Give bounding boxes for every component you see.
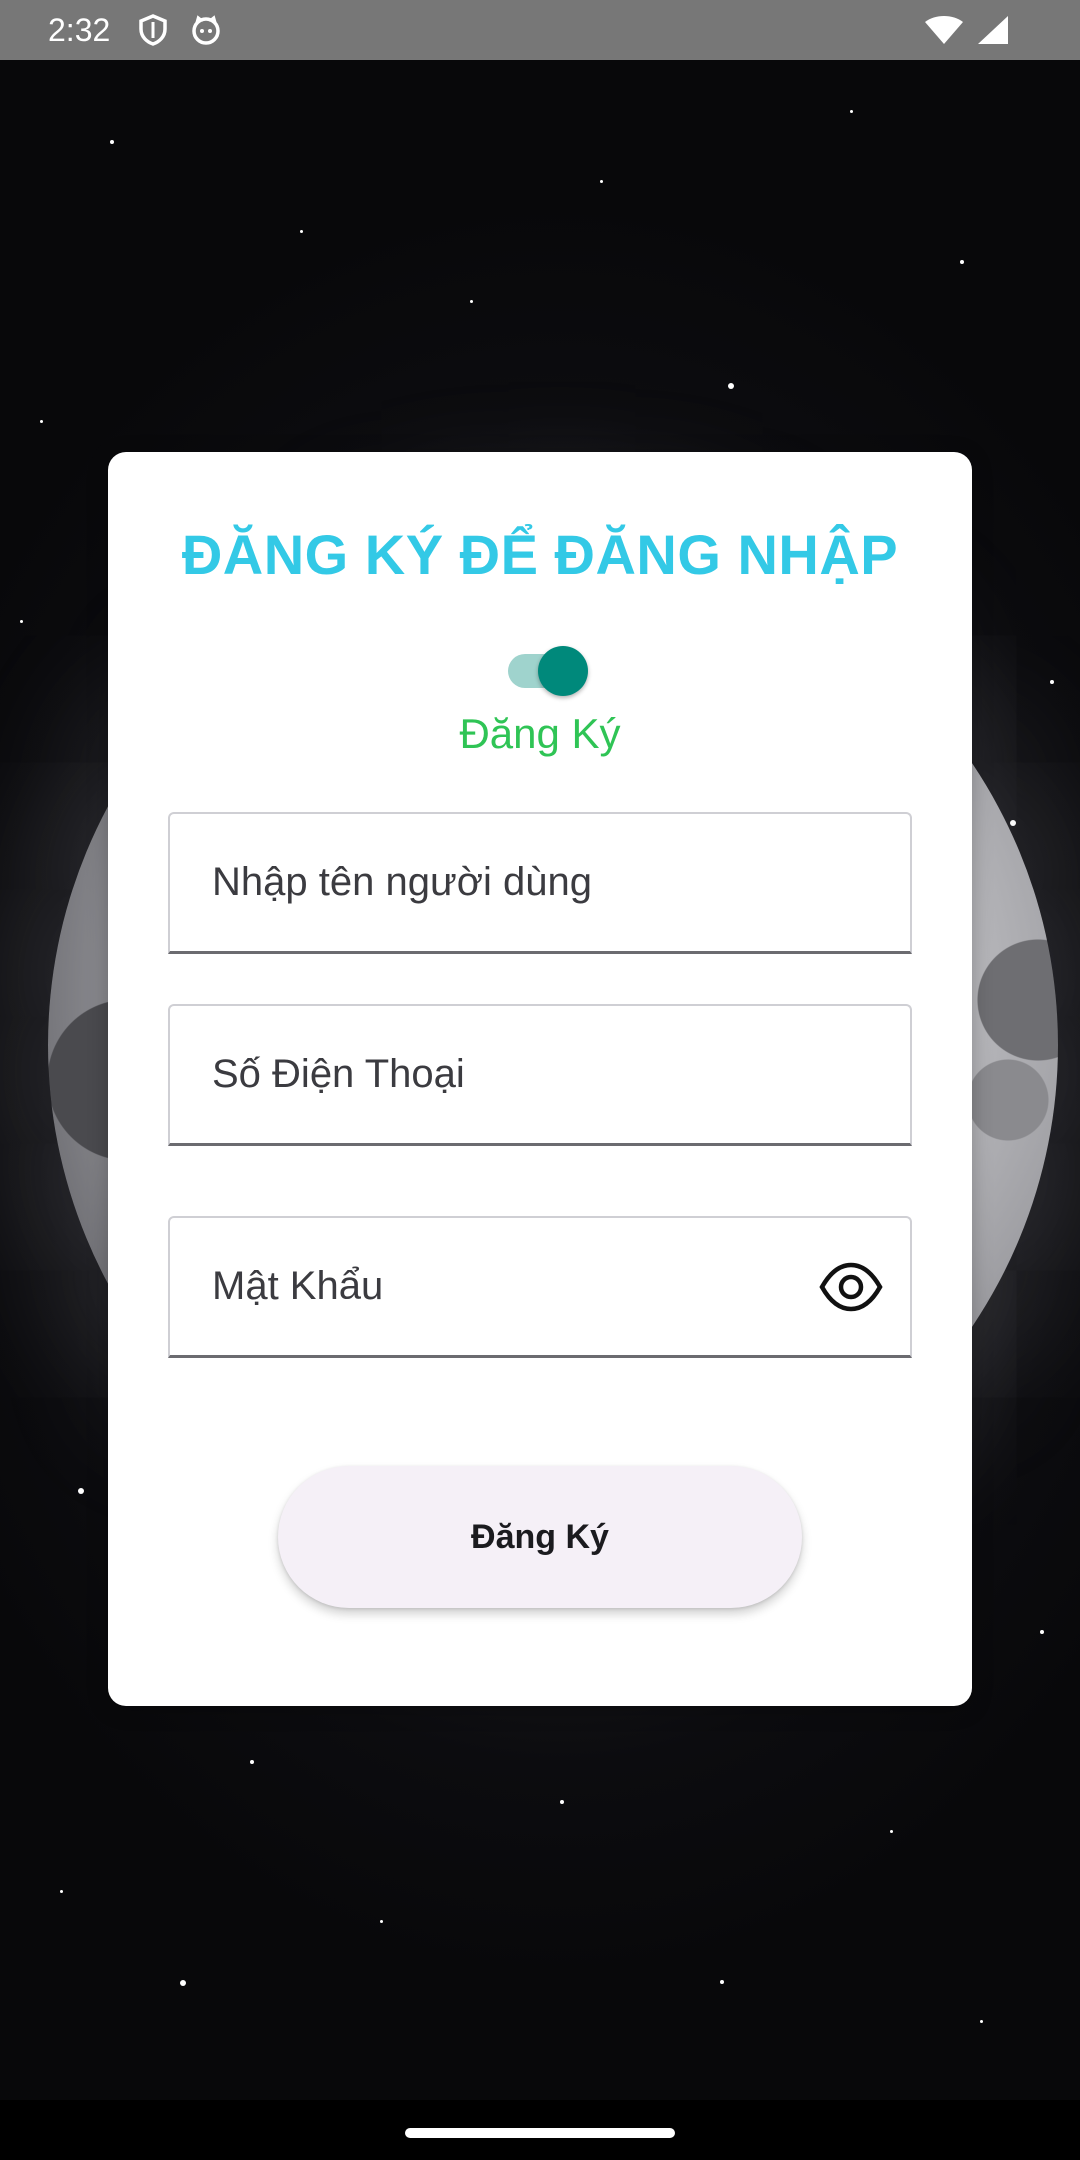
eye-icon[interactable] [816, 1252, 886, 1322]
register-button[interactable]: Đăng Ký [278, 1466, 802, 1608]
register-card: ĐĂNG KÝ ĐỂ ĐĂNG NHẬP Đăng Ký Đăng Ký [108, 452, 972, 1706]
register-screen: 2:32 ĐĂNG KÝ ĐỂ ĐĂNG NHẬP Đăng Ký Nhập t… [0, 0, 1080, 2160]
wifi-icon [924, 14, 964, 46]
shield-icon [138, 14, 168, 46]
switch-thumb [538, 646, 588, 696]
password-field[interactable] [168, 1216, 912, 1358]
cat-face-icon [190, 14, 222, 46]
page-title: ĐĂNG KÝ ĐỂ ĐĂNG NHẬP [181, 523, 899, 586]
home-gesture-handle[interactable] [405, 2128, 675, 2138]
phone-input[interactable] [212, 1052, 868, 1097]
phone-field[interactable] [168, 1004, 912, 1146]
navigation-bar [0, 2100, 1080, 2160]
cellular-signal-icon [976, 14, 1010, 46]
username-input[interactable] [212, 860, 868, 905]
status-time: 2:32 [48, 11, 111, 48]
password-input[interactable] [212, 1264, 816, 1309]
register-mode-switch[interactable] [508, 638, 588, 698]
register-mode-label: Đăng Ký [459, 710, 621, 757]
status-bar: 2:32 [0, 0, 1080, 60]
username-field[interactable] [168, 812, 912, 954]
